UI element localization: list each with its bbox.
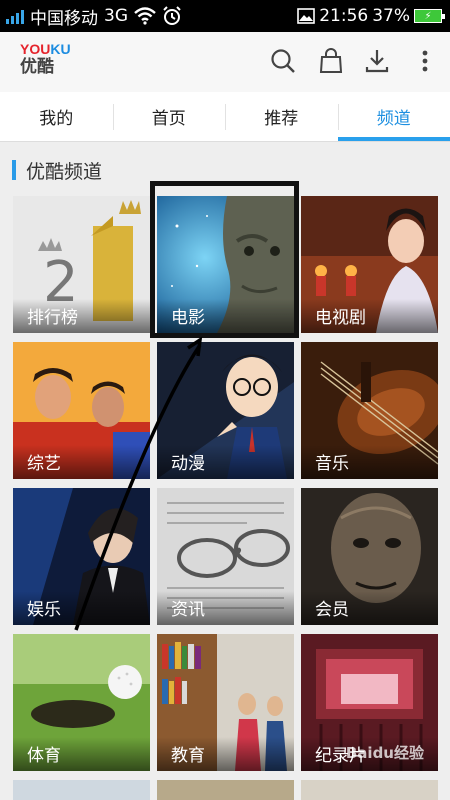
channel-label: 动漫 xyxy=(157,445,294,479)
shopping-bag-icon[interactable] xyxy=(316,46,346,76)
tab-recommend[interactable]: 推荐 xyxy=(225,92,338,141)
carrier-label: 中国移动 xyxy=(30,8,98,29)
section-accent-bar xyxy=(12,160,16,180)
image-notification-icon xyxy=(297,8,316,24)
channel-tile-row5-b[interactable] xyxy=(157,780,294,800)
channel-label: 排行榜 xyxy=(13,299,150,333)
clock: 21:56 xyxy=(319,6,369,26)
annotation-highlight-box xyxy=(150,181,299,338)
channel-label: 体育 xyxy=(13,737,150,771)
partial-thumbnail xyxy=(301,780,438,800)
channel-tile-variety[interactable]: 综艺 xyxy=(13,342,150,479)
channel-label: 电视剧 xyxy=(301,299,438,333)
channel-tile-row5-a[interactable] xyxy=(13,780,150,800)
channel-tile-vip[interactable]: 会员 xyxy=(301,488,438,625)
section-title: 优酷频道 xyxy=(26,160,103,183)
channel-tile-tv-series[interactable]: 电视剧 xyxy=(301,196,438,333)
channel-tile-ranking[interactable]: 2 排行榜 xyxy=(13,196,150,333)
alarm-icon xyxy=(163,6,181,25)
section-header: 优酷频道 xyxy=(12,158,103,183)
partial-thumbnail xyxy=(157,780,294,800)
search-icon[interactable] xyxy=(268,46,298,76)
channel-tile-education[interactable]: 教育 xyxy=(157,634,294,771)
channel-tile-music[interactable]: 音乐 xyxy=(301,342,438,479)
logo-text-you: YOU xyxy=(20,41,51,57)
channel-label: 会员 xyxy=(301,591,438,625)
logo-text-cn: 优酷 xyxy=(20,57,54,77)
tab-mine[interactable]: 我的 xyxy=(0,92,113,141)
channel-label: 资讯 xyxy=(157,591,294,625)
channel-tile-sports[interactable]: 体育 xyxy=(13,634,150,771)
channel-tile-row5-c[interactable] xyxy=(301,780,438,800)
channel-label: 音乐 xyxy=(301,445,438,479)
battery-icon: ⚡ xyxy=(414,9,445,23)
app-header: YOUKU 优酷 xyxy=(0,32,450,92)
channel-tile-anime[interactable]: 动漫 xyxy=(157,342,294,479)
logo-text-ku: KU xyxy=(50,41,71,57)
more-vertical-icon[interactable] xyxy=(410,46,440,76)
signal-icon xyxy=(6,8,24,24)
download-icon[interactable] xyxy=(362,46,392,76)
status-bar: 中国移动 3G 21:56 37% ⚡ xyxy=(0,0,450,32)
partial-thumbnail xyxy=(13,780,150,800)
watermark: Baidu经验 xyxy=(345,744,424,762)
battery-percent: 37% xyxy=(372,6,410,26)
tab-home[interactable]: 首页 xyxy=(112,92,226,141)
channel-tile-entertainment[interactable]: 娱乐 xyxy=(13,488,150,625)
channel-label: 教育 xyxy=(157,737,294,771)
channel-tile-news[interactable]: 资讯 xyxy=(157,488,294,625)
tab-bar: 我的 首页 推荐 频道 xyxy=(0,92,450,142)
channel-tile-documentary[interactable]: 纪录片 Baidu经验 xyxy=(301,634,438,771)
channel-label: 综艺 xyxy=(13,445,150,479)
channel-label: 娱乐 xyxy=(13,591,150,625)
tab-channels[interactable]: 频道 xyxy=(337,92,450,141)
wifi-icon xyxy=(134,7,156,25)
youku-logo[interactable]: YOUKU 优酷 xyxy=(20,42,76,78)
network-type: 3G xyxy=(104,6,128,26)
